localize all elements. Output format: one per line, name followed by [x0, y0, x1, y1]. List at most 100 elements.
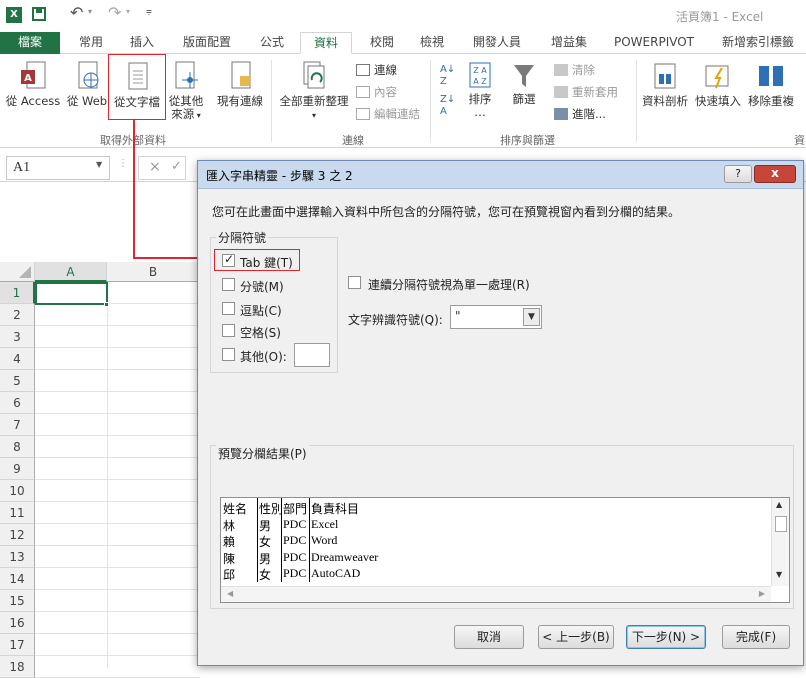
tab-developer[interactable]: 開發人員 [462, 32, 532, 54]
undo-dropdown-icon[interactable]: ▾ [88, 7, 92, 16]
text-qualifier-label: 文字辨識符號(Q): [348, 313, 443, 327]
tab-powerpivot[interactable]: POWERPIVOT [606, 32, 702, 54]
row-header-9[interactable]: 9 [0, 458, 35, 480]
sort-button[interactable]: Z AA Z 排序… [462, 60, 498, 119]
preview-horizontal-scrollbar[interactable]: ◀ ▶ [221, 586, 771, 602]
column-header-a[interactable]: A [35, 262, 107, 282]
advanced-button[interactable]: 進階... [554, 106, 606, 122]
row-header-18[interactable]: 18 [0, 656, 35, 678]
reapply-button[interactable]: 重新套用 [554, 84, 618, 100]
row-header-12[interactable]: 12 [0, 524, 35, 546]
filter-button[interactable]: 篩選 [504, 60, 544, 106]
existing-connections-button[interactable]: 現有連線 [212, 60, 268, 108]
properties-button[interactable]: 內容 [356, 84, 397, 100]
scroll-up-icon[interactable]: ▲ [776, 500, 782, 509]
tab-view[interactable]: 檢視 [412, 32, 452, 54]
row-header-15[interactable]: 15 [0, 590, 35, 612]
data-preview-box[interactable]: 姓名 性別 部門 負責科目林男 PDC Excel 賴女 PDC Word 陳男 PDC Dreamw… [220, 497, 790, 603]
worksheet-grid[interactable]: A B 1 2 3 4 5 6 7 8 9 10 11 12 13 14 15 16 17 18 [0, 262, 200, 678]
redo-dropdown-icon[interactable]: ▾ [126, 7, 130, 16]
semicolon-checkbox[interactable] [222, 278, 235, 291]
tab-addins[interactable]: 增益集 [540, 32, 598, 54]
scroll-down-icon[interactable]: ▼ [776, 570, 782, 579]
other-delimiter-input[interactable] [294, 343, 330, 367]
from-text-button[interactable]: 從文字檔 [108, 54, 166, 120]
cancel-formula-icon[interactable]: × [149, 159, 161, 175]
row-header-4[interactable]: 4 [0, 348, 35, 370]
sort-za-icon[interactable]: Z↓ A [440, 94, 455, 118]
flash-fill-button[interactable]: 快速填入 [692, 60, 744, 108]
select-all-corner[interactable] [0, 262, 35, 282]
row-header-3[interactable]: 3 [0, 326, 35, 348]
tab-insert[interactable]: 插入 [120, 32, 164, 54]
connections-button[interactable]: 連線 [356, 62, 397, 78]
column-header-b[interactable]: B [107, 262, 200, 282]
tab-label: Tab 鍵(T) [240, 256, 293, 270]
edit-links-button[interactable]: 編輯連結 [356, 106, 420, 122]
tab-new-tab[interactable]: 新增索引標籤 [712, 32, 804, 54]
from-access-button[interactable]: A 從 Access [2, 60, 64, 108]
row-header-2[interactable]: 2 [0, 304, 35, 326]
clear-button[interactable]: 清除 [554, 62, 595, 78]
comma-checkbox[interactable] [222, 302, 235, 315]
customize-toolbar-icon[interactable]: ⩦ [146, 6, 152, 17]
preview-cell: 部門 [283, 502, 308, 516]
text-to-columns-icon [654, 63, 676, 89]
undo-icon[interactable]: ↶ [70, 3, 83, 22]
excel-logo-icon[interactable]: X [6, 7, 22, 23]
row-header-7[interactable]: 7 [0, 414, 35, 436]
vertical-scroll-thumb[interactable] [775, 516, 787, 532]
clear-filter-icon [554, 64, 568, 76]
tab-file[interactable]: 檔案 [0, 32, 60, 54]
existing-connections-label: 現有連線 [217, 94, 263, 108]
save-icon[interactable] [32, 7, 46, 21]
tab-data[interactable]: 資料 [300, 32, 352, 54]
back-button[interactable]: < 上一步(B) [538, 625, 614, 649]
text-qualifier-dropdown-icon[interactable]: ▼ [523, 308, 540, 326]
row-header-13[interactable]: 13 [0, 546, 35, 568]
consecutive-delimiters-checkbox[interactable] [348, 276, 361, 289]
web-icon [78, 61, 99, 89]
close-button[interactable]: x [754, 165, 796, 183]
finish-button[interactable]: 完成(F) [722, 625, 790, 649]
active-cell-a1[interactable] [35, 282, 108, 305]
preview-cell: 賴 [223, 535, 236, 549]
row-header-17[interactable]: 17 [0, 634, 35, 656]
row-header-14[interactable]: 14 [0, 568, 35, 590]
row-header-1[interactable]: 1 [0, 282, 35, 304]
name-box-dropdown-icon[interactable]: ▼ [96, 160, 102, 169]
from-web-button[interactable]: 從 Web [64, 60, 110, 108]
name-box[interactable]: A1 [6, 156, 110, 180]
tab-review[interactable]: 校閱 [360, 32, 404, 54]
other-checkbox[interactable] [222, 348, 235, 361]
space-checkbox[interactable] [222, 324, 235, 337]
text-qualifier-select[interactable]: " ▼ [450, 305, 542, 329]
grid-line [35, 391, 200, 392]
tab-page-layout[interactable]: 版面配置 [176, 32, 238, 54]
remove-duplicates-button[interactable]: 移除重複 [744, 60, 798, 108]
redo-icon[interactable]: ↷ [108, 3, 121, 22]
text-to-columns-button[interactable]: 資料剖析 [638, 60, 692, 108]
next-button[interactable]: 下一步(N) > [626, 625, 706, 649]
row-header-11[interactable]: 11 [0, 502, 35, 524]
tab-formulas[interactable]: 公式 [252, 32, 292, 54]
tab-checkbox[interactable] [222, 252, 235, 267]
cancel-button[interactable]: 取消 [454, 625, 524, 649]
scroll-left-icon[interactable]: ◀ [227, 589, 233, 598]
sort-az-icon[interactable]: A↓ Z [440, 64, 455, 88]
tab-home[interactable]: 常用 [70, 32, 112, 54]
from-other-sources-button[interactable]: 從其他 來源 ▾ [166, 60, 206, 122]
preview-vertical-scrollbar[interactable]: ▲ ▼ [771, 498, 789, 586]
preview-cell: 邱 [223, 568, 236, 582]
row-header-6[interactable]: 6 [0, 392, 35, 414]
enter-formula-icon[interactable]: ✓ [171, 159, 182, 174]
row-header-5[interactable]: 5 [0, 370, 35, 392]
refresh-all-button[interactable]: 全部重新整理 ▾ [274, 60, 354, 122]
comma-label: 逗點(C) [240, 304, 282, 318]
row-header-8[interactable]: 8 [0, 436, 35, 458]
help-button[interactable]: ? [724, 165, 752, 183]
row-header-10[interactable]: 10 [0, 480, 35, 502]
scroll-right-icon[interactable]: ▶ [759, 589, 765, 598]
fill-handle[interactable] [104, 302, 109, 307]
row-header-16[interactable]: 16 [0, 612, 35, 634]
